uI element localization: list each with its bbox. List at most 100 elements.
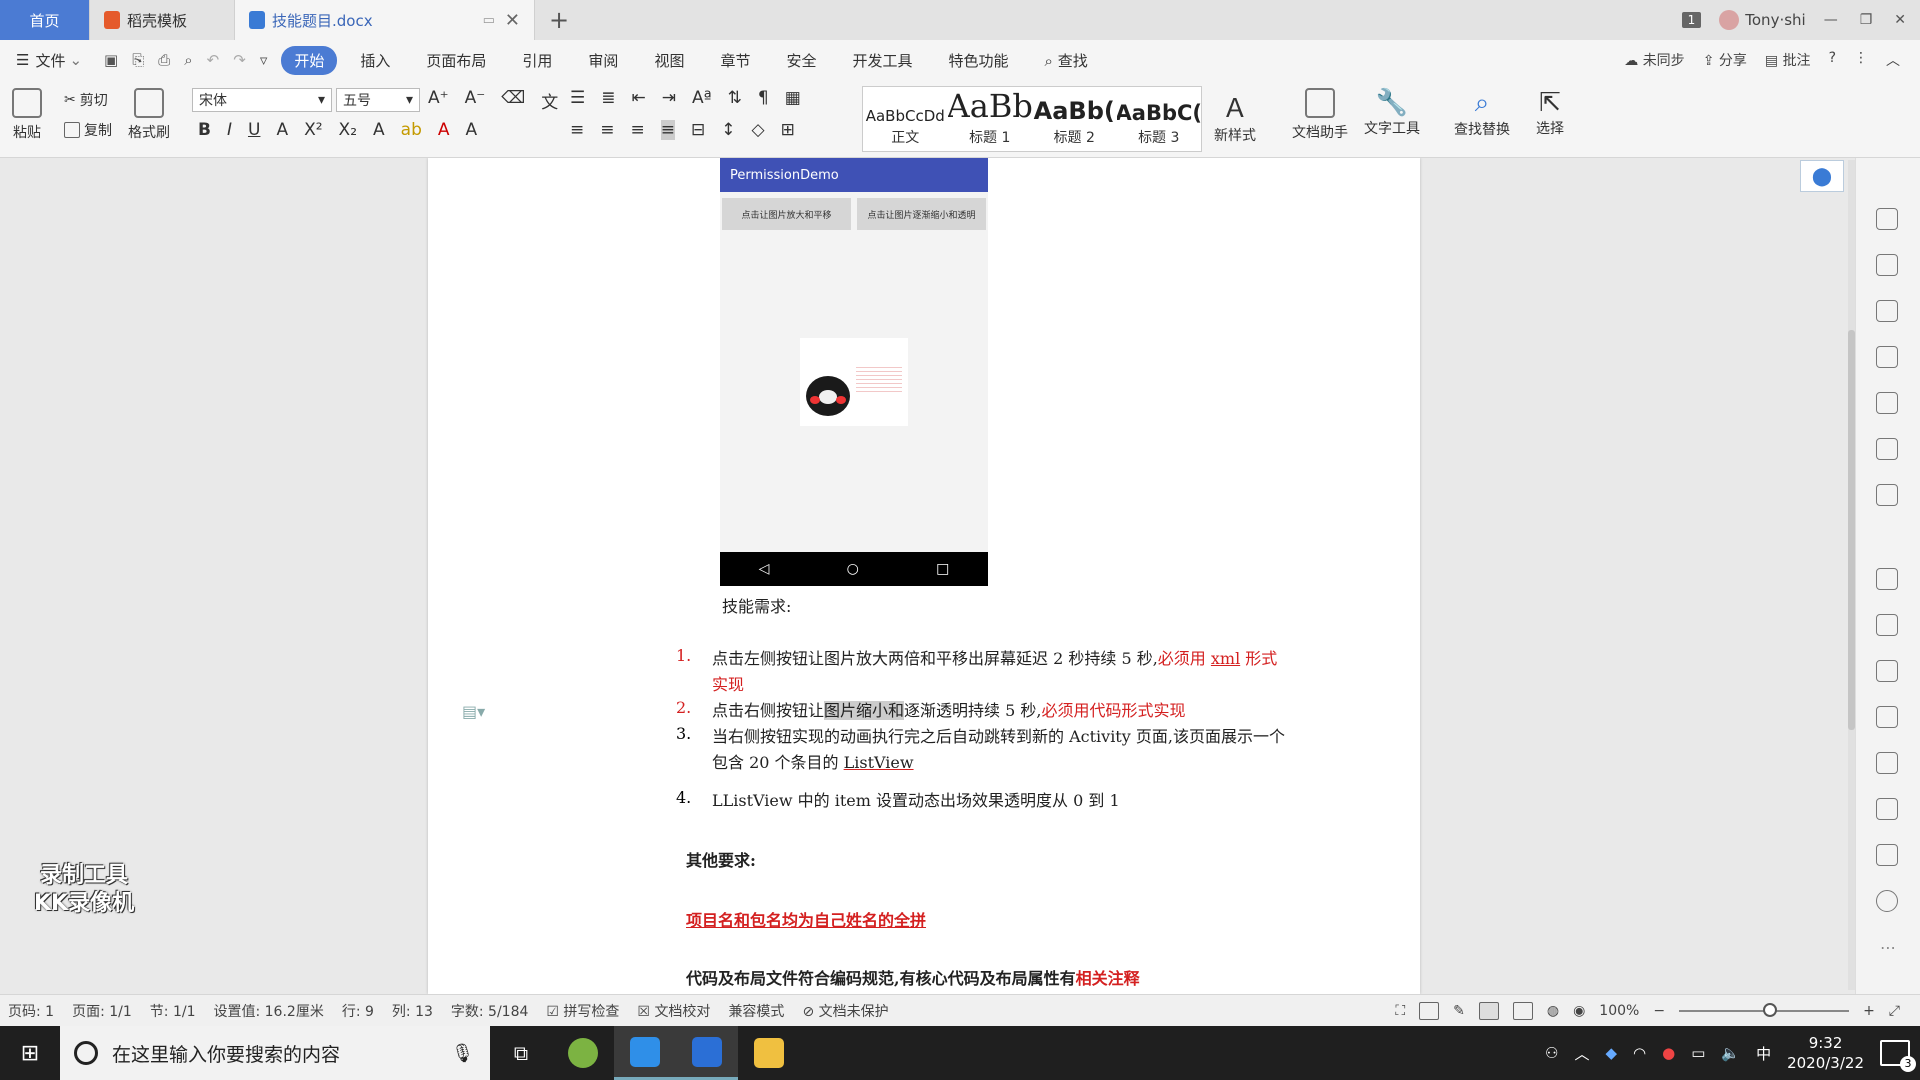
document-page[interactable]: PermissionDemo 点击让图片放大和平移 点击让图片逐渐缩小和透明 ◁… [428, 158, 1420, 994]
underline-icon[interactable]: U [248, 120, 260, 140]
clear-format-icon[interactable]: ⌫ [501, 88, 525, 113]
proofread-button[interactable]: ☒ 文档校对 [637, 1001, 710, 1021]
superscript-icon[interactable]: X² [304, 120, 322, 140]
bold-icon[interactable]: B [198, 120, 211, 140]
people-icon[interactable]: ⚇ [1545, 1044, 1558, 1062]
location-pin-icon[interactable]: ⬤ [1800, 160, 1844, 192]
microphone-icon[interactable]: 🎙 [451, 1043, 474, 1064]
pen-icon[interactable]: ✎ [1453, 1003, 1465, 1019]
fullscreen-icon[interactable]: ⛶ [1395, 1003, 1405, 1019]
text-effect-icon[interactable]: A [373, 120, 385, 140]
export-icon[interactable] [1876, 614, 1898, 636]
increase-indent-icon[interactable]: ⇥ [662, 88, 676, 108]
style-icon[interactable] [1876, 300, 1898, 322]
status-setting[interactable]: 设置值: 16.2厘米 [213, 1001, 323, 1021]
chevron-down-icon[interactable]: ⌄ [69, 51, 82, 69]
tab-insert[interactable]: 插入 [347, 46, 403, 75]
zoom-slider[interactable] [1679, 1002, 1850, 1017]
tab-developer[interactable]: 开发工具 [839, 46, 925, 75]
show-marks-icon[interactable]: ¶ [758, 88, 769, 108]
picture-icon[interactable] [1876, 568, 1898, 590]
scrollbar-thumb[interactable] [1848, 330, 1855, 730]
shapes-icon[interactable] [1876, 346, 1898, 368]
style-normal[interactable]: AaBbCcDd 正文 [863, 87, 948, 151]
ime-indicator[interactable]: 中 [1756, 1043, 1771, 1064]
navigation-icon[interactable] [1876, 392, 1898, 414]
spell-check-button[interactable]: ☑ 拼写检查 [546, 1001, 619, 1021]
status-page[interactable]: 页码: 1 [8, 1001, 54, 1021]
notification-center-icon[interactable]: 3 [1880, 1040, 1916, 1072]
eye-protect-icon[interactable]: ◉ [1573, 1003, 1585, 1019]
grow-font-icon[interactable]: A⁺ [428, 88, 449, 113]
zoom-out-icon[interactable]: − [1653, 1003, 1665, 1019]
wps-writer-icon[interactable] [676, 1026, 738, 1080]
translate-icon[interactable] [1876, 660, 1898, 682]
new-tab-button[interactable]: + [535, 0, 583, 40]
text-tools-button[interactable]: 🔧 文字工具 [1364, 88, 1420, 138]
selected-text[interactable]: 图片缩小和 [824, 701, 905, 720]
char-shading-icon[interactable]: A [466, 120, 478, 140]
status-pages[interactable]: 页面: 1/1 [72, 1001, 132, 1021]
line-spacing-icon[interactable]: ↕ [721, 120, 735, 140]
save-icon[interactable]: ▣ [104, 51, 118, 69]
image-icon[interactable] [1876, 752, 1898, 774]
download-icon[interactable] [1876, 798, 1898, 820]
find-replace-button[interactable]: ⌕ 查找替换 [1454, 88, 1510, 139]
collapse-ribbon-icon[interactable]: ︿ [1886, 50, 1900, 70]
cut-button[interactable]: ✂ 剪切 [64, 90, 108, 110]
pin-icon[interactable]: ▭ [483, 13, 495, 28]
chart-icon[interactable] [1876, 484, 1898, 506]
font-color-icon[interactable]: A [438, 120, 450, 140]
zoom-level[interactable]: 100% [1599, 1003, 1639, 1019]
tab-security[interactable]: 安全 [773, 46, 829, 75]
file-menu[interactable]: 文件 [35, 50, 65, 71]
hamburger-icon[interactable]: ☰ [16, 51, 29, 69]
customize-icon[interactable]: ▿ [260, 51, 268, 69]
align-left-icon[interactable]: ≡ [570, 120, 584, 140]
font-name-select[interactable]: 宋体 ▾ [192, 88, 332, 112]
undo-icon[interactable]: ↶ [207, 51, 220, 69]
user-account[interactable]: Tony·shi [1719, 10, 1806, 30]
strikethrough-icon[interactable]: A [276, 120, 288, 140]
tab-features[interactable]: 特色功能 [936, 46, 1022, 75]
paste-button[interactable]: 粘贴 [12, 88, 42, 142]
window-count-badge[interactable]: 1 [1681, 12, 1702, 28]
justify-icon[interactable]: ≡ [660, 120, 675, 140]
sync-status[interactable]: ☁ 未同步 [1624, 50, 1684, 70]
italic-icon[interactable]: I [227, 120, 232, 140]
tab-page-layout[interactable]: 页面布局 [413, 46, 499, 75]
document-workspace[interactable]: PermissionDemo 点击让图片放大和平移 点击让图片逐渐缩小和透明 ◁… [0, 158, 1855, 994]
pointer-icon[interactable] [1876, 254, 1898, 276]
windows-start-icon[interactable]: ⊞ [0, 1026, 60, 1080]
print-preview-icon[interactable]: ⌕ [184, 51, 192, 69]
tab-view[interactable]: 视图 [641, 46, 697, 75]
border-icon[interactable]: ⊞ [781, 120, 795, 140]
tray-expand-icon[interactable]: ︿ [1574, 1043, 1589, 1064]
close-window-button[interactable]: ✕ [1894, 12, 1906, 28]
redo-icon[interactable]: ↷ [233, 51, 246, 69]
more-icon[interactable]: ⋯ [1880, 938, 1896, 957]
battery-icon[interactable]: ▭ [1691, 1044, 1705, 1062]
volume-icon[interactable]: 🔈 [1721, 1044, 1740, 1062]
tab-chapter[interactable]: 章节 [707, 46, 763, 75]
status-words[interactable]: 字数: 5/184 [451, 1001, 529, 1021]
highlight-icon[interactable]: ab [401, 120, 422, 140]
tray-app-icon[interactable]: ◆ [1605, 1044, 1617, 1062]
table-icon[interactable]: ▦ [785, 88, 801, 108]
minimize-button[interactable]: — [1824, 12, 1838, 28]
shrink-font-icon[interactable]: A⁻ [465, 88, 486, 113]
status-col[interactable]: 列: 13 [392, 1001, 433, 1021]
status-section[interactable]: 节: 1/1 [150, 1001, 196, 1021]
decrease-indent-icon[interactable]: ⇤ [632, 88, 646, 108]
page-view-icon[interactable] [1478, 1001, 1499, 1020]
tab-home[interactable]: 首页 [0, 0, 90, 40]
fit-page-icon[interactable]: ⤢ [1889, 1003, 1900, 1019]
status-row[interactable]: 行: 9 [342, 1001, 374, 1021]
history-icon[interactable] [1876, 844, 1898, 866]
subscript-icon[interactable]: X₂ [339, 120, 357, 140]
zoom-slider-thumb[interactable] [1763, 1002, 1778, 1017]
phonetic-icon[interactable]: 文 [541, 88, 558, 113]
more-icon[interactable]: ⋮ [1854, 50, 1868, 70]
zoom-in-icon[interactable]: + [1863, 1003, 1875, 1019]
style-heading-1[interactable]: AaBb 标题 1 [948, 87, 1033, 151]
